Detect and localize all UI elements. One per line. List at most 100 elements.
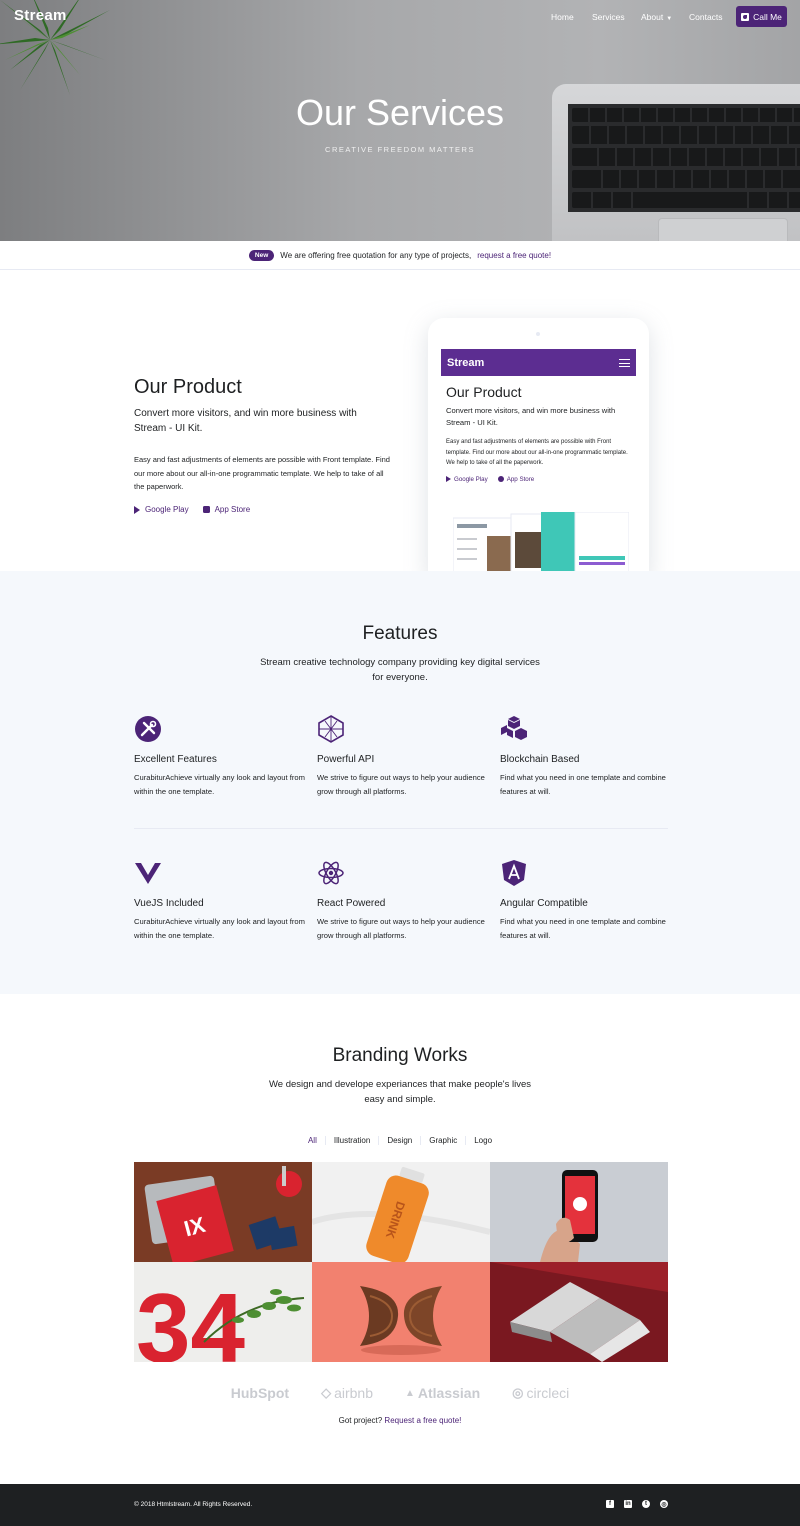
feature-title: Blockchain Based — [500, 754, 580, 765]
wooden-letters-image — [312, 1262, 490, 1362]
tablet-lead: Convert more visitors, and win more busi… — [446, 406, 616, 427]
drink-bottle-image: DRINK — [312, 1162, 490, 1262]
trackpad-image — [658, 218, 788, 241]
feature-text: We strive to figure out ways to help you… — [317, 917, 485, 940]
hubspot-logo-text: HubSpot — [230, 1385, 290, 1401]
app-store-icon — [497, 476, 504, 482]
brand-logo[interactable]: Stream — [14, 7, 67, 24]
filter-all[interactable]: All — [300, 1136, 325, 1145]
portfolio-item[interactable] — [312, 1262, 490, 1362]
atlassian-logo-text: Atlassian — [417, 1385, 481, 1401]
feature-text: Find what you need in one template and c… — [500, 773, 666, 796]
tablet-store-links: Google Play App Store — [446, 476, 636, 483]
product-section: Our Product Convert more visitors, and w… — [0, 270, 800, 578]
top-navigation: Stream Home Services About ▼ Contacts Cal… — [0, 0, 800, 34]
tablet-google-play: Google Play — [446, 476, 488, 483]
feature-card: Angular Compatible Find what you need in… — [500, 859, 675, 942]
app-store-icon — [202, 506, 210, 513]
feature-title: VueJS Included — [134, 898, 204, 909]
react-icon — [318, 861, 344, 885]
portfolio-gallery: IX DRINK 34 — [134, 1162, 668, 1362]
filter-illustration[interactable]: Illustration — [324, 1136, 378, 1145]
got-project-text: Got project? — [338, 1416, 383, 1425]
linkedin-icon[interactable]: in — [624, 1500, 632, 1508]
feature-text: Find what you need in one template and c… — [500, 917, 666, 940]
metal-sign-image — [490, 1262, 668, 1362]
filter-graphic[interactable]: Graphic — [420, 1136, 465, 1145]
google-play-icon — [446, 476, 451, 482]
nav-link-services[interactable]: Services — [592, 12, 625, 22]
circleci-icon: ◎ — [512, 1385, 524, 1400]
number-34-image: 34 — [134, 1262, 312, 1362]
client-logos: HubSpot ◇ airbnb ▲ Atlassian ◎ circleci — [0, 1385, 800, 1401]
new-badge: New — [248, 249, 275, 261]
feature-text: CurabiturAchieve virtually any look and … — [134, 917, 305, 940]
nav-link-home[interactable]: Home — [551, 12, 574, 22]
portfolio-item[interactable]: DRINK — [312, 1162, 490, 1262]
dribbble-icon[interactable]: ◎ — [660, 1500, 668, 1508]
feature-title: React Powered — [317, 898, 386, 909]
tablet-title: Our Product — [446, 384, 522, 400]
portfolio-item[interactable] — [490, 1162, 668, 1262]
chevron-down-icon: ▼ — [666, 16, 673, 22]
nav-link-contacts[interactable]: Contacts — [689, 12, 723, 22]
feature-card: Blockchain Based Find what you need in o… — [500, 715, 675, 798]
branding-title: Branding Works — [332, 1045, 468, 1066]
feature-title: Powerful API — [317, 754, 375, 765]
hexagon-api-icon — [318, 715, 344, 743]
tablet-google-play-label: Google Play — [454, 475, 488, 483]
social-links: f in t ◎ — [606, 1500, 668, 1508]
google-play-link[interactable]: Google Play — [134, 505, 189, 514]
app-store-label: App Store — [214, 505, 251, 514]
portfolio-filters: All Illustration Design Graphic Logo — [0, 1136, 800, 1145]
phone-icon — [741, 12, 750, 21]
vuejs-icon — [135, 863, 161, 884]
tablet-app-store-label: App Store — [506, 475, 535, 483]
got-project-line: Got project? Request a free quote! — [0, 1416, 800, 1425]
angular-icon — [502, 860, 526, 886]
hubspot-logo: HubSpot — [231, 1385, 289, 1401]
facebook-icon[interactable]: f — [606, 1500, 614, 1508]
nav-link-about[interactable]: About ▼ — [641, 12, 672, 22]
hamburger-menu-icon — [619, 358, 630, 367]
tablet-brand: Stream — [447, 356, 485, 369]
blocks-icon — [501, 716, 527, 740]
feature-card: React Powered We strive to figure out wa… — [317, 859, 492, 942]
footer: © 2018 Htmlstream. All Rights Reserved. … — [0, 1484, 800, 1526]
feature-title: Excellent Features — [134, 754, 217, 765]
feature-title: Angular Compatible — [500, 898, 588, 909]
divider — [134, 828, 668, 829]
call-me-button[interactable]: Call Me — [736, 6, 787, 27]
nav-link-about-label: About — [641, 12, 664, 22]
copyright-text: © 2018 Htmlstream. All Rights Reserved. — [134, 1501, 253, 1508]
app-store-link[interactable]: App Store — [202, 505, 251, 514]
tablet-mockup: Stream Our Product Convert more visitors… — [428, 318, 649, 578]
portfolio-item[interactable]: 34 — [134, 1262, 312, 1362]
tools-icon — [135, 716, 161, 742]
page-title: Our Services — [295, 92, 505, 133]
filter-logo[interactable]: Logo — [465, 1136, 500, 1145]
app-screenshots-image — [453, 512, 629, 572]
portfolio-item[interactable]: IX — [134, 1162, 312, 1262]
tablet-screen: Stream Our Product Convert more visitors… — [441, 349, 636, 579]
product-lead: Convert more visitors, and win more busi… — [134, 408, 357, 434]
atlassian-logo: ▲ Atlassian — [405, 1385, 480, 1401]
phone-in-hand-image — [490, 1162, 668, 1262]
promo-quote-link[interactable]: request a free quote! — [477, 251, 551, 260]
hero-subtitle: CREATIVE FREEDOM MATTERS — [325, 145, 475, 154]
filter-design[interactable]: Design — [378, 1136, 420, 1145]
svg-text:34: 34 — [136, 1273, 245, 1362]
circleci-logo-text: circleci — [526, 1385, 570, 1401]
request-quote-link[interactable]: Request a free quote! — [384, 1416, 461, 1425]
feature-card: VueJS Included CurabiturAchieve virtuall… — [134, 859, 309, 942]
features-lead: Stream creative technology company provi… — [260, 657, 540, 683]
camera-dot — [536, 332, 540, 336]
store-links: Google Play App Store — [134, 505, 250, 514]
notebook-branding-image: IX — [134, 1162, 312, 1262]
tablet-text: Easy and fast adjustments of elements ar… — [446, 439, 628, 466]
call-me-label: Call Me — [753, 11, 782, 22]
airbnb-icon: ◇ — [321, 1385, 332, 1400]
twitter-icon[interactable]: t — [642, 1500, 650, 1508]
portfolio-item[interactable] — [490, 1262, 668, 1362]
features-title: Features — [362, 623, 438, 644]
